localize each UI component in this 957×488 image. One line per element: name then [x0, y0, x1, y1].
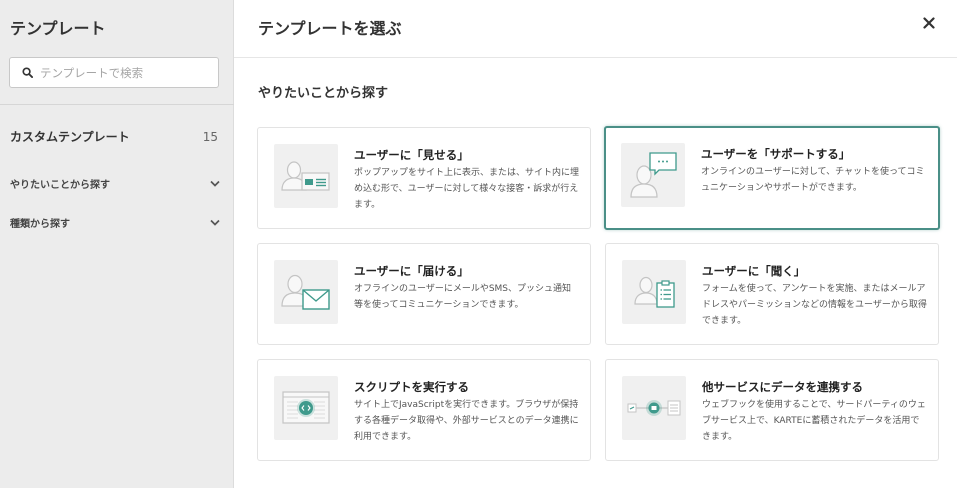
card-title: ユーザーに「聞く」: [702, 264, 806, 278]
custom-templates-label: カスタムテンプレート: [10, 130, 130, 144]
template-card-support[interactable]: ユーザーを「サポートする」 オンラインのユーザーに対して、チャットを使ってコミュ…: [604, 126, 940, 230]
card-title: スクリプトを実行する: [354, 380, 469, 394]
filter-by-type-label: 種類から探す: [10, 219, 70, 230]
filter-by-type[interactable]: 種類から探す: [10, 215, 220, 230]
person-display-icon: [281, 161, 330, 191]
card-description: フォームを使って、アンケートを実施、またはメールアドレスやパーミッションなどの情…: [702, 284, 927, 326]
sidebar-divider: [0, 104, 234, 105]
person-chat-icon: [630, 152, 677, 198]
search-icon: [22, 67, 33, 78]
card-title: ユーザーに「見せる」: [354, 148, 469, 162]
template-card-deliver[interactable]: ユーザーに「届ける」 オフラインのユーザーにメールやSMS、プッシュ通知等を使っ…: [257, 243, 591, 345]
custom-templates-item[interactable]: カスタムテンプレート 15: [10, 128, 218, 145]
sidebar-title: テンプレート: [10, 19, 106, 38]
thumbnail: [274, 376, 338, 440]
search-input[interactable]: [40, 65, 200, 80]
chevron-down-icon: [210, 219, 220, 226]
data-link-icon: [627, 400, 681, 416]
template-modal: テンプレートを選ぶ やりたいことから探す ユーザーに「見せる」 ポップアップをサ…: [234, 0, 957, 488]
card-description: ウェブフックを使用することで、サードパーティのウェブサービス上で、KARTEに蓄…: [702, 400, 926, 442]
custom-templates-count: 15: [202, 129, 218, 144]
template-card-show[interactable]: ユーザーに「見せる」 ポップアップをサイト上に表示、または、サイト内に埋め込む形…: [257, 127, 591, 229]
thumbnail: [274, 144, 338, 208]
close-icon[interactable]: [923, 17, 935, 29]
card-title: ユーザーに「届ける」: [354, 264, 469, 278]
filter-by-goal[interactable]: やりたいことから探す: [10, 176, 220, 191]
template-card-ask[interactable]: ユーザーに「聞く」 フォームを使って、アンケートを実施、またはメールアドレスやパ…: [605, 243, 939, 345]
card-title: 他サービスにデータを連携する: [702, 380, 863, 394]
card-title: ユーザーを「サポートする」: [701, 147, 851, 161]
template-card-script[interactable]: スクリプトを実行する サイト上でJavaScriptを実行できます。ブラウザが保…: [257, 359, 591, 461]
card-description: オフラインのユーザーにメールやSMS、プッシュ通知等を使ってコミュニケーションで…: [354, 284, 572, 310]
modal-title: テンプレートを選ぶ: [258, 19, 402, 38]
person-survey-icon: [634, 276, 675, 308]
thumbnail: [622, 376, 686, 440]
section-title: やりたいことから探す: [258, 86, 389, 101]
thumbnail: [621, 143, 685, 207]
chevron-down-icon: [210, 180, 220, 187]
search-box[interactable]: [9, 57, 219, 88]
header-divider: [234, 57, 957, 58]
filter-by-goal-label: やりたいことから探す: [10, 180, 110, 191]
card-description: ポップアップをサイト上に表示、または、サイト内に埋め込む形で、ユーザーに対して様…: [354, 168, 580, 210]
person-mail-icon: [281, 274, 330, 310]
template-card-data-link[interactable]: 他サービスにデータを連携する ウェブフックを使用することで、サードパーティのウェ…: [605, 359, 939, 461]
card-description: サイト上でJavaScriptを実行できます。ブラウザが保持する各種データ取得や…: [354, 400, 579, 442]
card-description: オンラインのユーザーに対して、チャットを使ってコミュニケーションやサポートができ…: [701, 167, 925, 193]
thumbnail: [622, 260, 686, 324]
script-code-icon: [282, 391, 330, 424]
sidebar: テンプレート カスタムテンプレート 15 やりたいことから探す 種類から探す: [0, 0, 234, 488]
thumbnail: [274, 260, 338, 324]
